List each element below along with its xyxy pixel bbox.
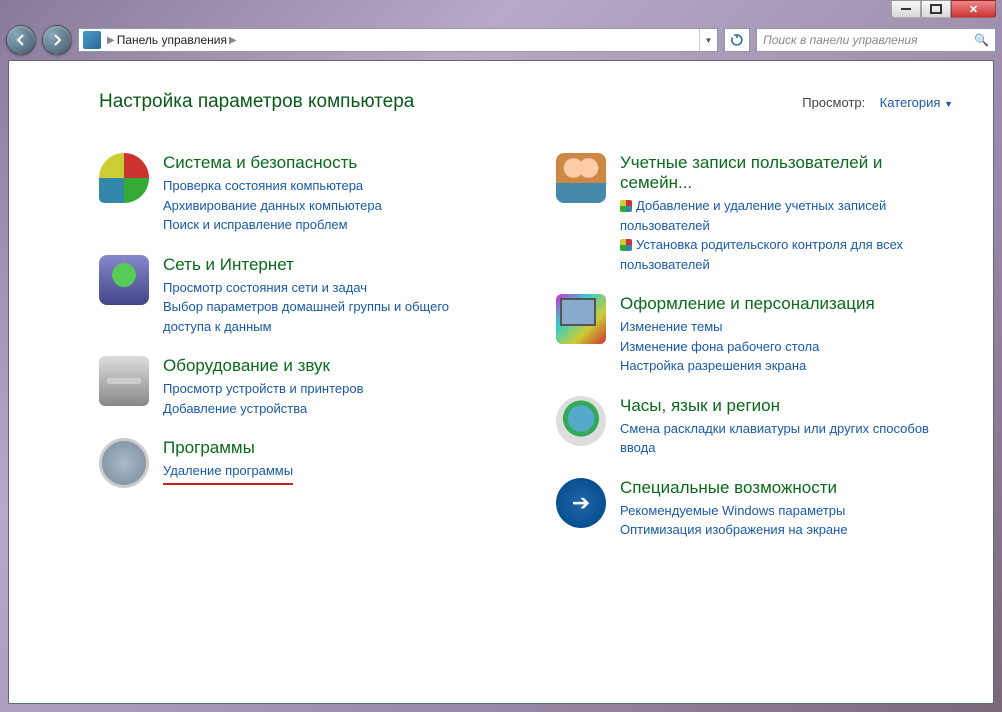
category-title[interactable]: Сеть и Интернет (163, 255, 496, 275)
header-row: Настройка параметров компьютера Просмотр… (99, 91, 953, 113)
category-title[interactable]: Учетные записи пользователей и семейн... (620, 153, 953, 193)
address-bar[interactable]: ▶ Панель управления ▶ ▼ (78, 28, 718, 52)
category-link[interactable]: Добавление и удаление учетных записей по… (620, 196, 953, 235)
window-controls (891, 0, 996, 18)
category-column-left: Система и безопасность Проверка состояни… (99, 153, 496, 560)
category-network: Сеть и Интернет Просмотр состояния сети … (99, 255, 496, 337)
refresh-button[interactable] (724, 28, 750, 52)
category-link[interactable]: Поиск и исправление проблем (163, 215, 496, 235)
ease-of-access-icon (556, 478, 606, 528)
category-link[interactable]: Смена раскладки клавиатуры или других сп… (620, 419, 953, 458)
category-title[interactable]: Программы (163, 438, 496, 458)
category-users: Учетные записи пользователей и семейн...… (556, 153, 953, 274)
category-title[interactable]: Специальные возможности (620, 478, 953, 498)
category-title[interactable]: Часы, язык и регион (620, 396, 953, 416)
title-bar (0, 0, 1002, 22)
category-hardware: Оборудование и звук Просмотр устройств и… (99, 356, 496, 418)
category-programs: Программы Удаление программы (99, 438, 496, 488)
arrow-right-icon (50, 33, 64, 47)
category-link[interactable]: Изменение фона рабочего стола (620, 337, 953, 357)
category-link[interactable]: Рекомендуемые Windows параметры (620, 501, 953, 521)
category-appearance: Оформление и персонализация Изменение те… (556, 294, 953, 376)
breadcrumb-separator: ▶ (229, 35, 237, 46)
view-dropdown[interactable]: Категория ▼ (880, 95, 953, 110)
monitor-palette-icon (556, 294, 606, 344)
users-icon (556, 153, 606, 203)
category-link-uninstall[interactable]: Удаление программы (163, 461, 496, 485)
category-link[interactable]: Установка родительского контроля для все… (620, 235, 953, 274)
close-button[interactable] (951, 0, 996, 18)
search-placeholder: Поиск в панели управления (763, 33, 918, 47)
category-link[interactable]: Добавление устройства (163, 399, 496, 419)
category-ease-of-access: Специальные возможности Рекомендуемые Wi… (556, 478, 953, 540)
control-panel-icon (83, 31, 101, 49)
category-title[interactable]: Оформление и персонализация (620, 294, 953, 314)
category-link[interactable]: Архивирование данных компьютера (163, 196, 496, 216)
category-title[interactable]: Система и безопасность (163, 153, 496, 173)
back-button[interactable] (6, 25, 36, 55)
category-link[interactable]: Оптимизация изображения на экране (620, 520, 953, 540)
category-clock-region: Часы, язык и регион Смена раскладки клав… (556, 396, 953, 458)
maximize-button[interactable] (921, 0, 951, 18)
category-grid: Система и безопасность Проверка состояни… (99, 153, 953, 560)
category-link[interactable]: Выбор параметров домашней группы и общег… (163, 297, 496, 336)
disc-icon (99, 438, 149, 488)
category-link[interactable]: Просмотр состояния сети и задач (163, 278, 496, 298)
globe-network-icon (99, 255, 149, 305)
address-dropdown[interactable]: ▼ (699, 29, 717, 51)
search-icon: 🔍 (974, 33, 989, 47)
category-link[interactable]: Настройка разрешения экрана (620, 356, 953, 376)
category-column-right: Учетные записи пользователей и семейн...… (556, 153, 953, 560)
breadcrumb-separator: ▶ (107, 35, 115, 46)
shield-icon (99, 153, 149, 203)
refresh-icon (730, 33, 744, 47)
forward-button[interactable] (42, 25, 72, 55)
printer-icon (99, 356, 149, 406)
navigation-bar: ▶ Панель управления ▶ ▼ Поиск в панели у… (0, 22, 1002, 58)
search-box[interactable]: Поиск в панели управления 🔍 (756, 28, 996, 52)
breadcrumb-root[interactable]: Панель управления (117, 33, 227, 47)
minimize-button[interactable] (891, 0, 921, 18)
view-selector: Просмотр: Категория ▼ (802, 95, 953, 110)
chevron-down-icon: ▼ (944, 99, 953, 109)
clock-globe-icon (556, 396, 606, 446)
view-label: Просмотр: (802, 95, 865, 110)
category-link[interactable]: Просмотр устройств и принтеров (163, 379, 496, 399)
category-system-security: Система и безопасность Проверка состояни… (99, 153, 496, 235)
category-link[interactable]: Проверка состояния компьютера (163, 176, 496, 196)
category-link[interactable]: Изменение темы (620, 317, 953, 337)
category-title[interactable]: Оборудование и звук (163, 356, 496, 376)
arrow-left-icon (14, 33, 28, 47)
content-area: Настройка параметров компьютера Просмотр… (8, 60, 994, 704)
page-title: Настройка параметров компьютера (99, 91, 414, 113)
